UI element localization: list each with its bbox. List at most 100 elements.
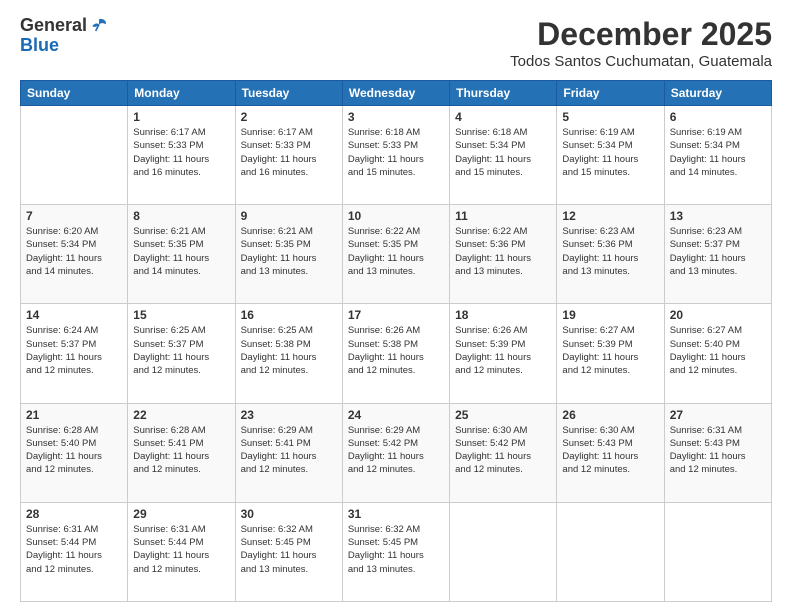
calendar-cell: 8 Sunrise: 6:21 AM Sunset: 5:35 PM Daylig… (128, 205, 235, 304)
day-info: Sunrise: 6:29 AM Sunset: 5:42 PM Dayligh… (348, 424, 444, 477)
calendar-week-5: 28 Sunrise: 6:31 AM Sunset: 5:44 PM Dayli… (21, 502, 772, 601)
calendar-cell: 4 Sunrise: 6:18 AM Sunset: 5:34 PM Daylig… (450, 106, 557, 205)
calendar-cell (557, 502, 664, 601)
day-number: 1 (133, 110, 229, 124)
calendar-cell: 3Sunrise: 6:18 AM Sunset: 5:33 PM Daylig… (342, 106, 449, 205)
day-info: Sunrise: 6:26 AM Sunset: 5:39 PM Dayligh… (455, 324, 551, 377)
calendar-cell: 5 Sunrise: 6:19 AM Sunset: 5:34 PM Daylig… (557, 106, 664, 205)
calendar-cell: 23 Sunrise: 6:29 AM Sunset: 5:41 PM Dayli… (235, 403, 342, 502)
calendar-cell: 15 Sunrise: 6:25 AM Sunset: 5:37 PM Dayli… (128, 304, 235, 403)
day-info: Sunrise: 6:21 AM Sunset: 5:35 PM Dayligh… (241, 225, 337, 278)
calendar-cell: 2Sunrise: 6:17 AM Sunset: 5:33 PM Daylig… (235, 106, 342, 205)
calendar-cell: 22Sunrise: 6:28 AM Sunset: 5:41 PM Dayli… (128, 403, 235, 502)
calendar-cell: 25 Sunrise: 6:30 AM Sunset: 5:42 PM Dayli… (450, 403, 557, 502)
logo: General Blue (20, 16, 109, 56)
day-number: 25 (455, 408, 551, 422)
calendar-header-saturday: Saturday (664, 81, 771, 106)
day-number: 15 (133, 308, 229, 322)
page: General Blue December 2025 Todos Santos … (0, 0, 792, 612)
calendar-cell: 27 Sunrise: 6:31 AM Sunset: 5:43 PM Dayli… (664, 403, 771, 502)
calendar-table: SundayMondayTuesdayWednesdayThursdayFrid… (20, 80, 772, 602)
day-info: Sunrise: 6:17 AM Sunset: 5:33 PM Dayligh… (133, 126, 229, 179)
day-number: 27 (670, 408, 766, 422)
header: General Blue December 2025 Todos Santos … (20, 16, 772, 70)
day-number: 24 (348, 408, 444, 422)
day-number: 19 (562, 308, 658, 322)
calendar-week-3: 14 Sunrise: 6:24 AM Sunset: 5:37 PM Dayli… (21, 304, 772, 403)
day-info: Sunrise: 6:30 AM Sunset: 5:43 PM Dayligh… (562, 424, 658, 477)
day-info: Sunrise: 6:22 AM Sunset: 5:35 PM Dayligh… (348, 225, 444, 278)
day-info: Sunrise: 6:19 AM Sunset: 5:34 PM Dayligh… (670, 126, 766, 179)
day-info: Sunrise: 6:25 AM Sunset: 5:37 PM Dayligh… (133, 324, 229, 377)
day-info: Sunrise: 6:31 AM Sunset: 5:44 PM Dayligh… (26, 523, 122, 576)
calendar-cell: 9Sunrise: 6:21 AM Sunset: 5:35 PM Daylig… (235, 205, 342, 304)
calendar-cell: 21Sunrise: 6:28 AM Sunset: 5:40 PM Dayli… (21, 403, 128, 502)
calendar-cell: 6Sunrise: 6:19 AM Sunset: 5:34 PM Daylig… (664, 106, 771, 205)
calendar-cell: 11Sunrise: 6:22 AM Sunset: 5:36 PM Dayli… (450, 205, 557, 304)
day-info: Sunrise: 6:30 AM Sunset: 5:42 PM Dayligh… (455, 424, 551, 477)
day-number: 23 (241, 408, 337, 422)
day-info: Sunrise: 6:17 AM Sunset: 5:33 PM Dayligh… (241, 126, 337, 179)
calendar-cell: 18 Sunrise: 6:26 AM Sunset: 5:39 PM Dayli… (450, 304, 557, 403)
month-title: December 2025 (510, 16, 772, 53)
calendar-cell (21, 106, 128, 205)
calendar-week-1: 1 Sunrise: 6:17 AM Sunset: 5:33 PM Daylig… (21, 106, 772, 205)
calendar-cell: 13Sunrise: 6:23 AM Sunset: 5:37 PM Dayli… (664, 205, 771, 304)
day-number: 8 (133, 209, 229, 223)
calendar-week-4: 21Sunrise: 6:28 AM Sunset: 5:40 PM Dayli… (21, 403, 772, 502)
day-info: Sunrise: 6:22 AM Sunset: 5:36 PM Dayligh… (455, 225, 551, 278)
location-title: Todos Santos Cuchumatan, Guatemala (510, 53, 772, 70)
calendar-cell: 10 Sunrise: 6:22 AM Sunset: 5:35 PM Dayli… (342, 205, 449, 304)
day-info: Sunrise: 6:29 AM Sunset: 5:41 PM Dayligh… (241, 424, 337, 477)
calendar-header-thursday: Thursday (450, 81, 557, 106)
day-info: Sunrise: 6:18 AM Sunset: 5:33 PM Dayligh… (348, 126, 444, 179)
day-number: 30 (241, 507, 337, 521)
day-number: 28 (26, 507, 122, 521)
calendar-cell: 14 Sunrise: 6:24 AM Sunset: 5:37 PM Dayli… (21, 304, 128, 403)
day-number: 12 (562, 209, 658, 223)
day-info: Sunrise: 6:32 AM Sunset: 5:45 PM Dayligh… (241, 523, 337, 576)
calendar-header-monday: Monday (128, 81, 235, 106)
day-info: Sunrise: 6:31 AM Sunset: 5:44 PM Dayligh… (133, 523, 229, 576)
calendar-header-sunday: Sunday (21, 81, 128, 106)
calendar-cell: 1 Sunrise: 6:17 AM Sunset: 5:33 PM Daylig… (128, 106, 235, 205)
calendar-header-wednesday: Wednesday (342, 81, 449, 106)
day-number: 4 (455, 110, 551, 124)
calendar-cell: 17 Sunrise: 6:26 AM Sunset: 5:38 PM Dayli… (342, 304, 449, 403)
logo-general-text: General (20, 16, 87, 36)
day-number: 18 (455, 308, 551, 322)
calendar-cell: 31Sunrise: 6:32 AM Sunset: 5:45 PM Dayli… (342, 502, 449, 601)
logo-bird-icon (89, 16, 109, 36)
day-info: Sunrise: 6:31 AM Sunset: 5:43 PM Dayligh… (670, 424, 766, 477)
calendar-header-row: SundayMondayTuesdayWednesdayThursdayFrid… (21, 81, 772, 106)
day-number: 17 (348, 308, 444, 322)
day-info: Sunrise: 6:23 AM Sunset: 5:37 PM Dayligh… (670, 225, 766, 278)
calendar-cell: 20Sunrise: 6:27 AM Sunset: 5:40 PM Dayli… (664, 304, 771, 403)
logo-blue-text: Blue (20, 35, 59, 55)
day-number: 16 (241, 308, 337, 322)
day-info: Sunrise: 6:18 AM Sunset: 5:34 PM Dayligh… (455, 126, 551, 179)
calendar-cell: 30 Sunrise: 6:32 AM Sunset: 5:45 PM Dayli… (235, 502, 342, 601)
day-info: Sunrise: 6:19 AM Sunset: 5:34 PM Dayligh… (562, 126, 658, 179)
calendar-cell (664, 502, 771, 601)
day-info: Sunrise: 6:24 AM Sunset: 5:37 PM Dayligh… (26, 324, 122, 377)
day-number: 7 (26, 209, 122, 223)
calendar-header-tuesday: Tuesday (235, 81, 342, 106)
day-info: Sunrise: 6:26 AM Sunset: 5:38 PM Dayligh… (348, 324, 444, 377)
day-number: 26 (562, 408, 658, 422)
day-number: 5 (562, 110, 658, 124)
calendar-cell: 28 Sunrise: 6:31 AM Sunset: 5:44 PM Dayli… (21, 502, 128, 601)
day-info: Sunrise: 6:20 AM Sunset: 5:34 PM Dayligh… (26, 225, 122, 278)
day-number: 29 (133, 507, 229, 521)
day-info: Sunrise: 6:21 AM Sunset: 5:35 PM Dayligh… (133, 225, 229, 278)
calendar-header-friday: Friday (557, 81, 664, 106)
calendar-cell: 29 Sunrise: 6:31 AM Sunset: 5:44 PM Dayli… (128, 502, 235, 601)
calendar-cell: 7 Sunrise: 6:20 AM Sunset: 5:34 PM Daylig… (21, 205, 128, 304)
day-info: Sunrise: 6:27 AM Sunset: 5:39 PM Dayligh… (562, 324, 658, 377)
day-info: Sunrise: 6:28 AM Sunset: 5:40 PM Dayligh… (26, 424, 122, 477)
day-number: 10 (348, 209, 444, 223)
calendar-cell: 19 Sunrise: 6:27 AM Sunset: 5:39 PM Dayli… (557, 304, 664, 403)
calendar-cell: 26 Sunrise: 6:30 AM Sunset: 5:43 PM Dayli… (557, 403, 664, 502)
day-number: 14 (26, 308, 122, 322)
calendar-cell (450, 502, 557, 601)
